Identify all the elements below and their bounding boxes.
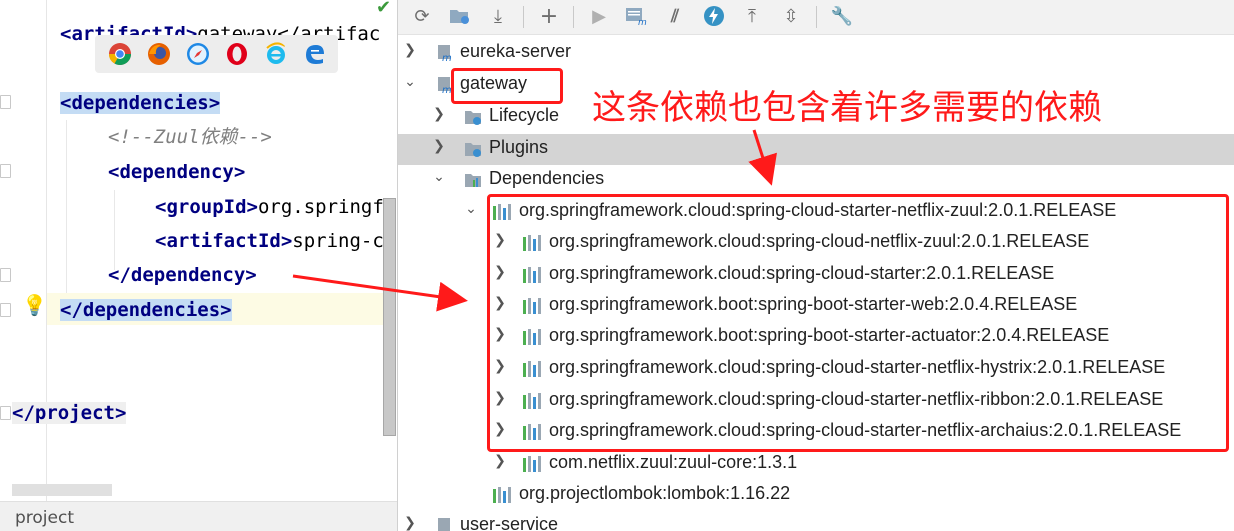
arrow-from-annotation xyxy=(748,129,777,186)
arrow-to-dependencies xyxy=(292,274,468,312)
annotation-arrows xyxy=(292,129,777,312)
